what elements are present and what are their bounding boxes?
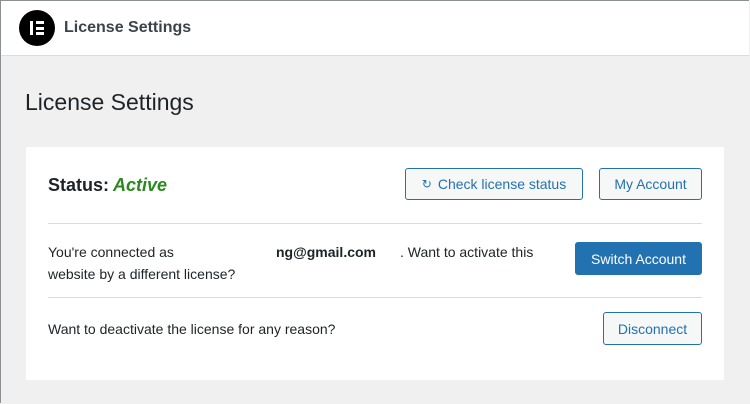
status-row: Status: Active ↻ Check license status My … (48, 147, 702, 224)
sync-icon: ↻ (421, 177, 432, 191)
disconnect-row: Want to deactivate the license for any r… (48, 297, 702, 367)
license-card: Status: Active ↻ Check license status My … (26, 147, 724, 380)
connection-row: You're connected as ng@gmail.com . Want … (48, 223, 702, 298)
connection-prefix: You're connected as (48, 244, 174, 260)
my-account-button[interactable]: My Account (599, 168, 702, 200)
top-bar: License Settings (1, 1, 749, 56)
status-label: Status: (48, 175, 110, 195)
elementor-logo-icon (19, 10, 55, 46)
logo-bar (30, 21, 33, 35)
logo-bar (36, 26, 44, 30)
disconnect-button[interactable]: Disconnect (603, 312, 702, 345)
deactivate-text: Want to deactivate the license for any r… (48, 321, 336, 337)
logo-bar (36, 32, 44, 35)
topbar-title: License Settings (64, 19, 192, 36)
connected-email: ng@gmail.com (276, 244, 376, 260)
connection-line2: website by a different license? (48, 266, 236, 282)
page-title: License Settings (25, 89, 194, 115)
connection-suffix: . Want to activate this (400, 244, 534, 260)
switch-account-button[interactable]: Switch Account (575, 242, 702, 275)
status-line: Status: Active (48, 175, 167, 196)
app-window: License Settings License Settings Status… (0, 0, 749, 403)
logo-bar (36, 21, 44, 24)
status-value: Active (113, 175, 168, 195)
check-license-status-button[interactable]: ↻ Check license status (405, 168, 583, 200)
check-license-status-label: Check license status (437, 176, 567, 192)
